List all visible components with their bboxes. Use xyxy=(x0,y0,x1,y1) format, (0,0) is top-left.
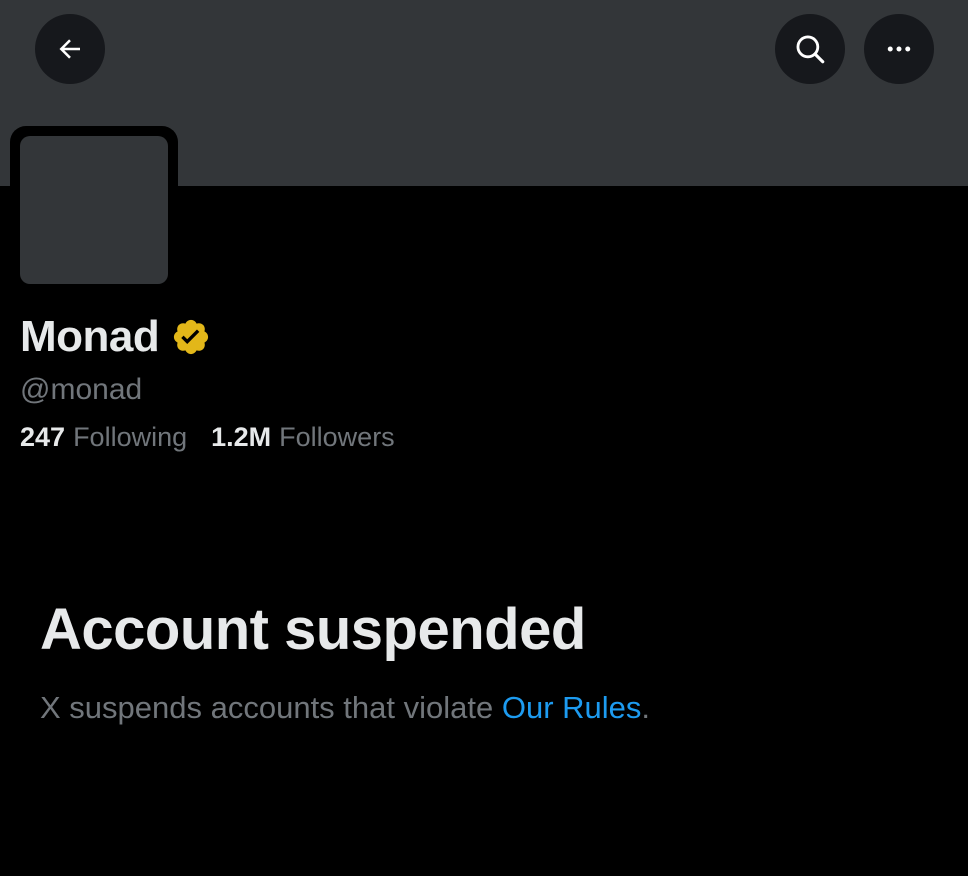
suspended-message-end: . xyxy=(641,690,651,725)
arrow-left-icon xyxy=(59,39,80,59)
avatar[interactable] xyxy=(20,136,168,284)
back-button[interactable] xyxy=(35,14,105,84)
following-label: Following xyxy=(73,422,188,452)
user-handle: @monad xyxy=(20,373,143,406)
our-rules-link[interactable]: Our Rules xyxy=(502,690,642,725)
search-icon xyxy=(796,35,825,64)
avatar-frame xyxy=(10,126,178,294)
following-link[interactable]: 247 Following xyxy=(20,422,187,453)
followers-link[interactable]: 1.2M Followers xyxy=(211,422,395,453)
follow-stats: 247 Following 1.2M Followers xyxy=(20,422,419,453)
followers-count: 1.2M xyxy=(211,422,272,452)
suspended-message: X suspends accounts that violate Our Rul… xyxy=(40,690,650,726)
verified-badge-icon[interactable] xyxy=(171,317,211,357)
search-button[interactable] xyxy=(775,14,845,84)
more-horizontal-icon xyxy=(887,46,911,52)
followers-label: Followers xyxy=(279,422,395,452)
display-name: Monad xyxy=(20,312,160,361)
display-name-row: Monad xyxy=(20,310,211,364)
suspended-title: Account suspended xyxy=(40,597,586,662)
suspended-message-text: X suspends accounts that violate xyxy=(40,690,502,725)
more-options-button[interactable] xyxy=(864,14,934,84)
following-count: 247 xyxy=(20,422,66,452)
